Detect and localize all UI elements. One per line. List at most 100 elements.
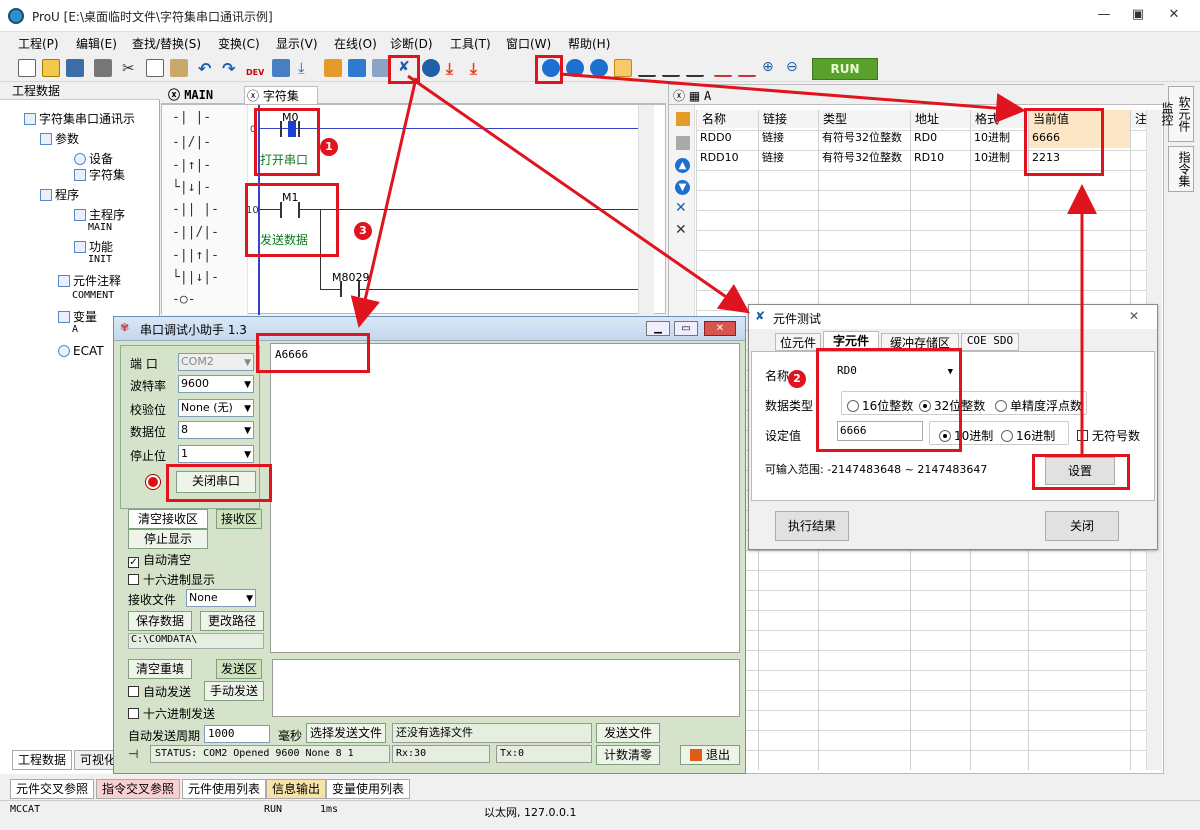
maximize-icon[interactable]: ▣ (1127, 6, 1149, 24)
row2-type[interactable]: 有符号32位整数 (819, 148, 902, 168)
palette-branch2-icon[interactable]: └|↓|- (172, 180, 211, 195)
stop-icon[interactable] (566, 59, 584, 77)
tab-main[interactable]: ⓧ MAIN (168, 86, 213, 104)
auto-send-checkbox[interactable]: 自动发送 (128, 683, 191, 700)
row1-type[interactable]: 有符号32位整数 (819, 128, 902, 148)
print-icon[interactable] (94, 59, 112, 77)
write-icon[interactable] (324, 59, 342, 77)
monitor-icon[interactable] (272, 59, 290, 77)
hex-display-checkbox[interactable]: 十六进制显示 (128, 571, 215, 588)
download-plc-icon[interactable]: ⤓ (470, 59, 488, 78)
palette-or2-icon[interactable]: -||/|- (172, 225, 219, 240)
contact-m8029[interactable] (340, 281, 360, 297)
fall-icon[interactable] (738, 59, 756, 77)
ladder-scrollbar[interactable] (638, 105, 654, 315)
func-icon[interactable] (686, 59, 704, 77)
palette-nc-contact-icon[interactable]: -|/|- (172, 135, 211, 150)
menu-tools[interactable]: 工具(T) (450, 35, 491, 52)
serial-maximize-icon[interactable]: ▭ (674, 321, 698, 336)
zoom-in-icon[interactable]: ⊕ (762, 59, 780, 77)
minimize-icon[interactable]: — (1093, 6, 1115, 24)
close-icon[interactable]: ✕ (1163, 6, 1185, 24)
row1-name[interactable]: RDD0 (697, 128, 732, 148)
tab-info-output[interactable]: 信息输出 (266, 779, 327, 799)
col-format[interactable]: 格式 (971, 110, 1028, 128)
tab-variable-usage[interactable]: 变量使用列表 (326, 779, 411, 799)
delete-row-icon[interactable] (676, 136, 690, 150)
save-data-button[interactable]: 保存数据 (128, 611, 192, 631)
tree-comment-item[interactable]: COMMENT (72, 290, 114, 301)
undo-icon[interactable]: ↶ (198, 59, 216, 78)
tab-device-monitor[interactable]: 软元件监控 (1160, 86, 1194, 142)
remove-icon[interactable]: ✕ (675, 200, 687, 216)
palette-no-contact-icon[interactable]: -| |- (172, 110, 211, 125)
tab-device-crossref[interactable]: 元件交叉参照 (10, 779, 95, 799)
palette-coil-icon[interactable]: -○- (172, 292, 195, 307)
ctest-close-icon[interactable]: ✕ (1129, 309, 1139, 323)
base-hex-radio[interactable]: 16进制 (1001, 427, 1055, 444)
palette-or4-icon[interactable]: └||↓|- (172, 270, 219, 285)
count-clear-button[interactable]: 计数清零 (596, 745, 660, 765)
row2-format[interactable]: 10进制 (971, 148, 1010, 168)
download-icon[interactable]: ⤓ (298, 59, 316, 77)
col-address[interactable]: 地址 (911, 110, 970, 128)
menu-find[interactable]: 查找/替换(S) (132, 35, 201, 52)
send-file-button[interactable]: 发送文件 (596, 723, 660, 743)
tab-monitor-a[interactable]: ⓧ ▦ A (673, 87, 711, 104)
move-down-icon[interactable]: ▼ (675, 180, 690, 195)
open-folder-icon[interactable] (42, 59, 60, 77)
tree-charset[interactable]: 字符集 (74, 166, 125, 183)
row2-address[interactable]: RD10 (911, 148, 944, 168)
pin-icon[interactable]: ⊣ (128, 747, 138, 761)
manual-send-button[interactable]: 手动发送 (204, 681, 264, 701)
period-input[interactable]: 1000 (204, 725, 270, 743)
palette-branch-icon[interactable]: -|↑|- (172, 158, 211, 173)
col-note[interactable]: 注 (1131, 110, 1147, 128)
tree-main[interactable]: MAIN (88, 222, 112, 233)
palette-or-icon[interactable]: -|| |- (172, 202, 219, 217)
row2-link[interactable]: 链接 (759, 148, 784, 168)
recv-file-select[interactable]: None (186, 589, 256, 607)
send-textarea[interactable] (272, 659, 740, 717)
redo-icon[interactable]: ↷ (222, 59, 240, 78)
exec-result-button[interactable]: 执行结果 (775, 511, 849, 541)
clear-send-button[interactable]: 清空重填 (128, 659, 192, 679)
menu-project[interactable]: 工程(P) (18, 35, 59, 52)
clear-icon[interactable]: ✕ (675, 222, 687, 238)
move-up-icon[interactable]: ▲ (675, 158, 690, 173)
row1-link[interactable]: 链接 (759, 128, 784, 148)
tab-project-data[interactable]: 工程数据 (12, 750, 73, 770)
add-row-icon[interactable] (676, 112, 690, 126)
tree-variable-a[interactable]: A (72, 324, 78, 335)
list-icon[interactable] (348, 59, 366, 77)
row1-address[interactable]: RD0 (911, 128, 937, 148)
tree-variables[interactable]: 变量 (58, 308, 97, 325)
save-icon[interactable] (66, 59, 84, 77)
palette-or3-icon[interactable]: -||↑|- (172, 248, 219, 263)
stop-display-button[interactable]: 停止显示 (128, 529, 208, 549)
tab-coe-sdo[interactable]: COE SDO (961, 333, 1019, 351)
tree-program[interactable]: 程序 (40, 186, 79, 203)
tree-main-program[interactable]: 主程序 (74, 206, 125, 223)
change-path-button[interactable]: 更改路径 (200, 611, 264, 631)
tree-function[interactable]: 功能 (74, 238, 113, 255)
menu-view[interactable]: 显示(V) (276, 35, 318, 52)
tree-device[interactable]: 设备 (74, 150, 113, 167)
col-link[interactable]: 链接 (759, 110, 818, 128)
tree-comment[interactable]: 元件注释 (58, 272, 121, 289)
parity-select[interactable]: None (无) (178, 399, 254, 417)
select-file-button[interactable]: 选择发送文件 (306, 723, 386, 743)
serial-close-icon[interactable]: ✕ (704, 321, 736, 336)
stopbits-select[interactable]: 1 (178, 445, 254, 463)
copy-icon[interactable] (146, 59, 164, 77)
col-name[interactable]: 名称 (698, 110, 758, 128)
coil-icon[interactable] (662, 59, 680, 77)
upload-icon[interactable]: ⤓ (446, 59, 464, 78)
tree-init[interactable]: INIT (88, 254, 112, 265)
tab-instruction-set[interactable]: 指令集 (1168, 146, 1194, 192)
hex-send-checkbox[interactable]: 十六进制发送 (128, 705, 215, 722)
dev-icon[interactable]: DEV (246, 59, 264, 77)
serial-minimize-icon[interactable]: ▁ (646, 321, 670, 336)
baud-select[interactable]: 9600 (178, 375, 254, 393)
tab-instr-crossref[interactable]: 指令交叉参照 (96, 779, 181, 799)
